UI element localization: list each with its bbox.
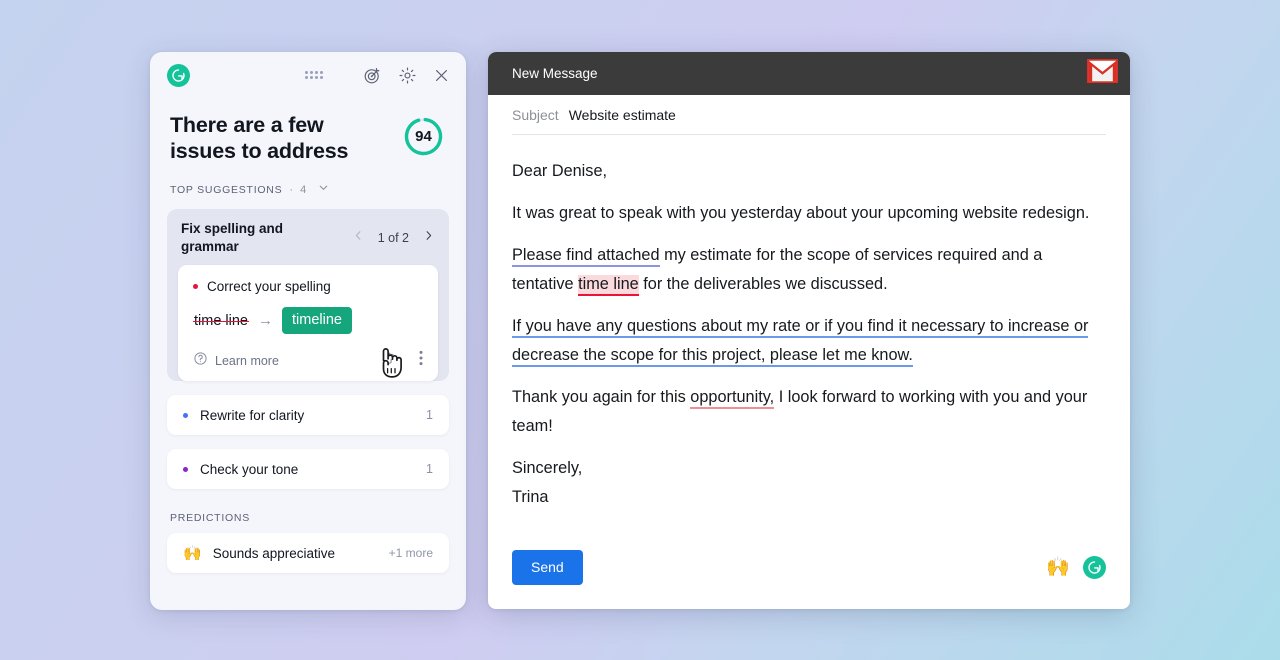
gmail-icon [1086, 58, 1119, 88]
learn-more-link[interactable]: Learn more [215, 354, 279, 368]
body-greeting: Dear Denise, [512, 162, 608, 180]
score-value: 94 [415, 128, 432, 145]
grammarly-logo-icon [167, 63, 190, 87]
body-text: Thank you again for this [512, 388, 691, 406]
body-paragraph-3: If you have any questions about my rate … [512, 312, 1106, 370]
body-paragraph-2: Please find attached my estimate for the… [512, 241, 1106, 299]
category-count: 1 [426, 462, 433, 476]
assistant-headline-row: There are a few issues to address 94 [150, 98, 466, 164]
chevron-down-icon[interactable] [317, 181, 330, 199]
suggestion-detail: Correct your spelling time line → timeli… [178, 265, 438, 381]
category-count: 1 [426, 408, 433, 422]
close-icon[interactable] [433, 67, 450, 84]
prediction-item[interactable]: 🙌 Sounds appreciative +1 more [167, 533, 449, 573]
arrow-right-icon: → [258, 312, 273, 329]
tone-underlined-text[interactable]: opportunity, [690, 388, 775, 409]
suggestion-card-header: Fix spelling and grammar 1 of 2 [181, 220, 435, 265]
compose-window: New Message Subject Website estimate Dea… [488, 52, 1130, 609]
clarity-rewrite-underlined-text[interactable]: If you have any questions about my rate … [512, 317, 1089, 367]
assistant-toolbar [150, 52, 466, 98]
compose-footer: Send 🙌 [488, 550, 1130, 585]
prediction-label: Sounds appreciative [212, 545, 336, 561]
message-body[interactable]: Dear Denise, It was great to speak with … [488, 135, 1130, 512]
category-label: Rewrite for clarity [200, 407, 305, 423]
grammarly-badge-icon[interactable] [1083, 556, 1106, 579]
compose-titlebar: New Message [488, 52, 1130, 95]
subject-input[interactable]: Website estimate [569, 107, 676, 123]
goals-target-icon[interactable] [363, 66, 382, 85]
body-signature: Trina [512, 488, 549, 506]
body-paragraph-1: It was great to speak with you yesterday… [512, 204, 1090, 222]
suggestion-card: Fix spelling and grammar 1 of 2 Correct … [167, 209, 449, 381]
prediction-more-count: +1 more [388, 546, 433, 560]
severity-dot-icon [193, 284, 198, 289]
body-signoff: Sincerely, [512, 459, 583, 477]
page-title: There are a few issues to address [170, 113, 349, 163]
grammarly-assistant-panel: There are a few issues to address 94 TOP… [150, 52, 466, 610]
compose-title: New Message [512, 66, 598, 81]
top-suggestions-count: 4 [300, 184, 307, 196]
suggestion-card-title: Fix spelling and grammar [181, 221, 284, 254]
tone-dot-icon [183, 466, 188, 472]
clarity-dot-icon [183, 412, 188, 418]
chevron-left-icon[interactable] [352, 229, 365, 247]
suggestion-replacement-row: time line → timeline [193, 307, 423, 334]
gear-icon[interactable] [398, 66, 417, 85]
score-ring: 94 [403, 116, 444, 157]
category-label: Check your tone [200, 461, 299, 477]
top-suggestions-header[interactable]: TOP SUGGESTIONS · 4 [150, 164, 466, 209]
category-check-your-tone[interactable]: Check your tone 1 [167, 449, 449, 489]
top-suggestions-label: TOP SUGGESTIONS [170, 184, 283, 196]
original-text: time line [193, 312, 249, 329]
more-vertical-icon[interactable] [419, 350, 423, 371]
raised-hands-emoji-icon: 🙌 [183, 545, 202, 562]
subject-row[interactable]: Subject Website estimate [512, 95, 1106, 135]
body-paragraph-4: Thank you again for this opportunity, I … [512, 383, 1106, 441]
chevron-right-icon[interactable] [422, 229, 435, 247]
raised-hands-emoji-icon[interactable]: 🙌 [1046, 558, 1070, 577]
suggestion-pager: 1 of 2 [377, 231, 409, 245]
top-suggestions-separator: · [289, 184, 294, 196]
drag-dots-icon[interactable] [305, 71, 323, 79]
category-rewrite-for-clarity[interactable]: Rewrite for clarity 1 [167, 395, 449, 435]
suggestion-type-row: Correct your spelling [193, 279, 423, 294]
send-button[interactable]: Send [512, 550, 583, 585]
body-text: for the deliverables we discussed. [638, 275, 888, 293]
subject-label: Subject [512, 106, 559, 123]
clarity-underlined-text[interactable]: Please find attached [512, 246, 660, 267]
accept-suggestion-button[interactable]: timeline [282, 307, 352, 334]
suggestion-actions-row: Learn more [193, 350, 423, 371]
question-circle-icon[interactable] [193, 351, 208, 371]
suggestion-type-label: Correct your spelling [207, 279, 331, 294]
trash-icon[interactable] [380, 350, 396, 371]
predictions-label: PREDICTIONS [170, 512, 251, 524]
spelling-error-text[interactable]: time line [578, 275, 639, 296]
